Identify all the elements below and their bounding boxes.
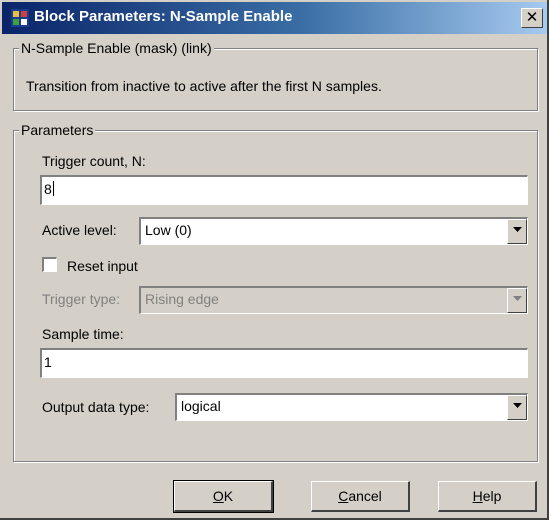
chevron-down-icon[interactable] [507,219,527,244]
trigger-type-label: Trigger type: [42,291,121,307]
cancel-mnemonic: C [338,488,349,504]
output-data-type-label: Output data type: [42,399,150,415]
sample-time-input[interactable]: 1 [40,348,528,378]
sample-time-value: 1 [44,354,52,370]
help-label-rest: elp [482,488,502,504]
cancel-label-rest: ancel [348,488,382,504]
ok-mnemonic: O [212,488,224,504]
active-level-label: Active level: [42,222,117,238]
chevron-down-icon [507,288,527,313]
output-data-type-value: logical [181,398,221,414]
cancel-button[interactable]: Cancel [311,481,410,512]
ok-button[interactable]: OK [173,480,274,513]
window-title: Block Parameters: N-Sample Enable [34,8,293,25]
output-data-type-select[interactable]: logical [175,393,528,421]
chevron-down-icon[interactable] [507,395,527,420]
active-level-select[interactable]: Low (0) [139,217,528,245]
sample-time-label: Sample time: [42,326,124,342]
trigger-count-label: Trigger count, N: [42,153,146,169]
help-mnemonic: H [472,488,483,504]
title-bar[interactable]: Block Parameters: N-Sample Enable ✕ [2,2,547,34]
dialog-window: Block Parameters: N-Sample Enable ✕ N-Sa… [0,0,549,520]
trigger-type-select: Rising edge [139,286,528,314]
ok-label-rest: K [223,488,234,504]
trigger-count-value: 8 [44,181,52,197]
parameters-legend: Parameters [19,122,96,138]
trigger-type-value: Rising edge [145,291,219,307]
reset-input-label[interactable]: Reset input [67,258,138,274]
trigger-count-input[interactable]: 8 [40,175,528,205]
close-icon[interactable]: ✕ [521,8,543,28]
description-legend: N-Sample Enable (mask) (link) [19,40,214,56]
simulink-block-icon [11,9,29,27]
block-description: Transition from inactive to active after… [26,78,382,94]
active-level-value: Low (0) [145,222,192,238]
reset-input-checkbox[interactable] [42,257,57,272]
help-button[interactable]: Help [438,481,537,512]
text-caret [52,181,54,196]
